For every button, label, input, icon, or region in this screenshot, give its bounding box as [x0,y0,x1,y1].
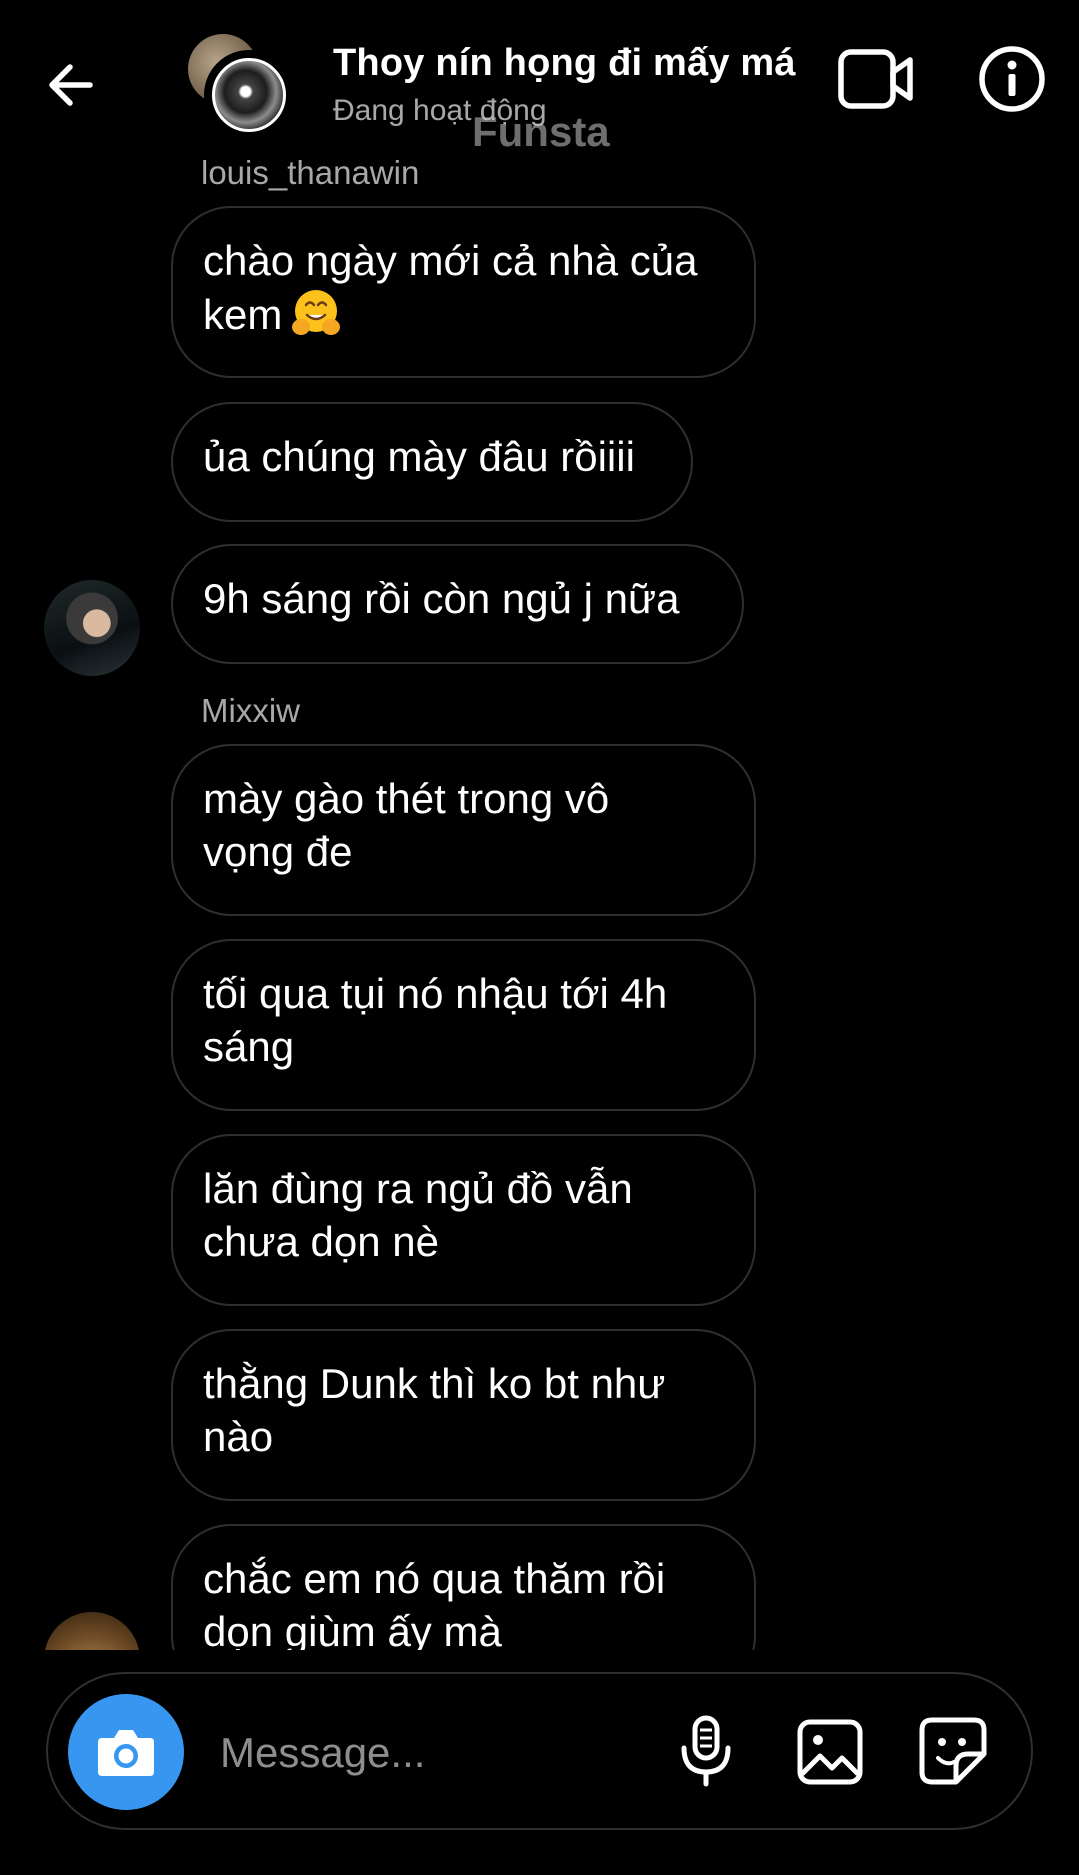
info-button[interactable] [978,45,1046,113]
video-call-icon [838,49,913,109]
message-bubble[interactable]: tối qua tụi nó nhậu tới 4h sáng [171,939,756,1111]
message-text: 9h sáng rồi còn ngủ j nữa [203,575,680,622]
message-list[interactable]: louis_thanawin chào ngày mới cả nhà của … [0,150,1079,1650]
message-text: tối qua tụi nó nhậu tới 4h [203,970,668,1017]
hugging-face-emoji-icon [292,290,341,335]
camera-icon [98,1730,154,1776]
sender-avatar-louis[interactable] [44,580,140,676]
camera-button[interactable] [68,1694,184,1810]
watermark: Funsta [472,108,610,155]
back-button[interactable] [44,55,104,115]
message-text: vọng đe [203,828,353,875]
message-text: lăn đùng ra ngủ đồ vẫn [203,1165,633,1212]
voice-message-button[interactable] [676,1714,736,1790]
sticker-button[interactable] [918,1716,988,1786]
chat-title[interactable]: Thoy nín họng đi mấy má [333,42,796,85]
message-text: dọn giùm ấy mà [203,1608,502,1650]
message-composer [46,1672,1033,1830]
message-text: nào [203,1413,274,1460]
message-bubble[interactable]: thằng Dunk thì ko bt như nào [171,1329,756,1501]
message-text: chưa dọn nè [203,1218,439,1265]
sticker-icon [919,1717,987,1785]
group-avatar-front [204,50,294,140]
message-bubble[interactable]: chắc em nó qua thăm rồi dọn giùm ấy mà [171,1524,756,1650]
back-arrow-icon [49,64,93,106]
message-bubble[interactable]: mày gào thét trong vô vọng đe [171,744,756,916]
info-icon [979,46,1045,112]
message-text: kem [203,291,283,338]
video-call-button[interactable] [838,48,916,110]
message-input[interactable] [218,1714,682,1792]
message-bubble[interactable]: chào ngày mới cả nhà của kem [171,206,756,378]
group-avatar[interactable] [188,34,294,140]
message-text: chắc em nó qua thăm rồi [203,1555,666,1602]
message-bubble[interactable]: lăn đùng ra ngủ đồ vẫn chưa dọn nè [171,1134,756,1306]
sender-avatar-mixxiw[interactable] [44,1612,140,1650]
message-text: chào ngày mới cả nhà của [203,237,698,284]
message-text: sáng [203,1023,295,1070]
message-text: mày gào thét trong vô [203,775,610,822]
message-bubble[interactable]: ủa chúng mày đâu rồiiii [171,402,693,522]
gallery-icon [797,1719,863,1785]
message-text: ủa chúng mày đâu rồiiii [203,433,635,480]
microphone-icon [681,1715,731,1787]
message-bubble[interactable]: 9h sáng rồi còn ngủ j nữa [171,544,744,664]
message-text: thằng Dunk thì ko bt như [203,1360,666,1407]
gallery-button[interactable] [796,1718,864,1786]
sender-name: Mixxiw [201,692,300,729]
